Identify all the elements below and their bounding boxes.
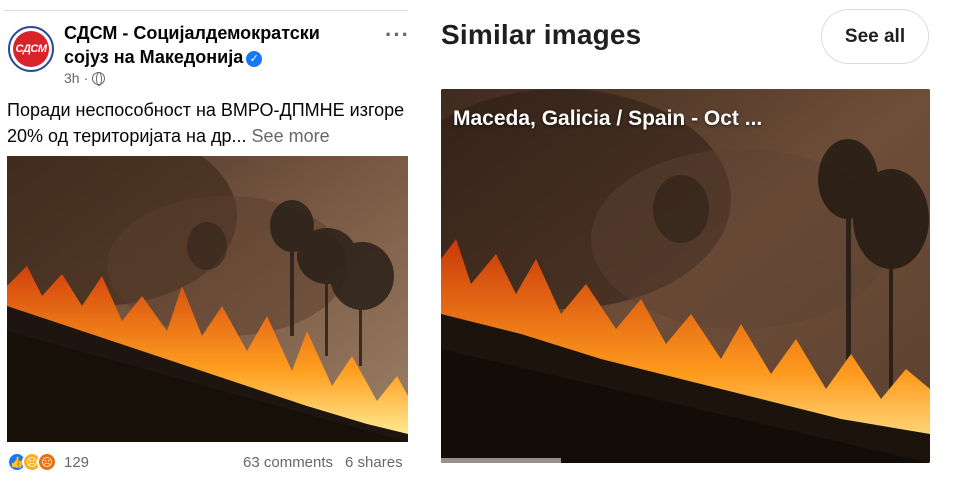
similar-image-card[interactable]: Maceda, Galicia / Spain - Oct ... bbox=[441, 89, 930, 463]
page-name-text: СДСМ - Социјалдемократски сојуз на Макед… bbox=[64, 23, 320, 67]
shares-count-link[interactable]: 6 shares bbox=[345, 454, 403, 471]
engagement-counts: 63 comments 6 shares bbox=[243, 454, 403, 471]
post-body: Поради неспособност на ВМРО-ДПМНЕ изгоре… bbox=[7, 100, 405, 146]
similar-image-caption: Maceda, Galicia / Spain - Oct ... bbox=[453, 107, 763, 130]
post-meta: 3h · bbox=[64, 70, 106, 86]
facebook-post: СДСМ СДСМ - Социјалдемократски сојуз на … bbox=[0, 0, 415, 502]
verified-badge-icon: ✓ bbox=[246, 51, 263, 67]
similar-images-heading: Similar images bbox=[441, 19, 642, 50]
similar-wildfire-image bbox=[441, 89, 930, 463]
page-avatar[interactable]: СДСМ bbox=[8, 26, 54, 72]
reaction-count: 129 bbox=[64, 453, 90, 471]
post-text: Поради неспособност на ВМРО-ДПМНЕ изгоре… bbox=[7, 97, 407, 149]
reactions-summary[interactable]: 👍 ☹ ☹ 129 bbox=[7, 452, 89, 472]
see-more-link[interactable]: See more bbox=[252, 126, 330, 146]
more-options-icon[interactable]: ··· bbox=[385, 22, 410, 48]
angry-reaction-icon: ☹ bbox=[37, 452, 57, 472]
post-photo[interactable] bbox=[7, 156, 408, 442]
wildfire-image bbox=[7, 156, 408, 442]
divider bbox=[4, 10, 408, 11]
carousel-progress-bar bbox=[441, 458, 561, 463]
see-all-button[interactable]: See all bbox=[821, 9, 929, 64]
post-time[interactable]: 3h bbox=[64, 70, 80, 86]
comments-count-link[interactable]: 63 comments bbox=[243, 454, 333, 471]
globe-icon bbox=[92, 71, 106, 86]
page-name-link[interactable]: СДСМ - Социјалдемократски сојуз на Макед… bbox=[64, 21, 364, 69]
meta-separator: · bbox=[83, 70, 89, 86]
avatar-logo: СДСМ bbox=[13, 31, 49, 67]
